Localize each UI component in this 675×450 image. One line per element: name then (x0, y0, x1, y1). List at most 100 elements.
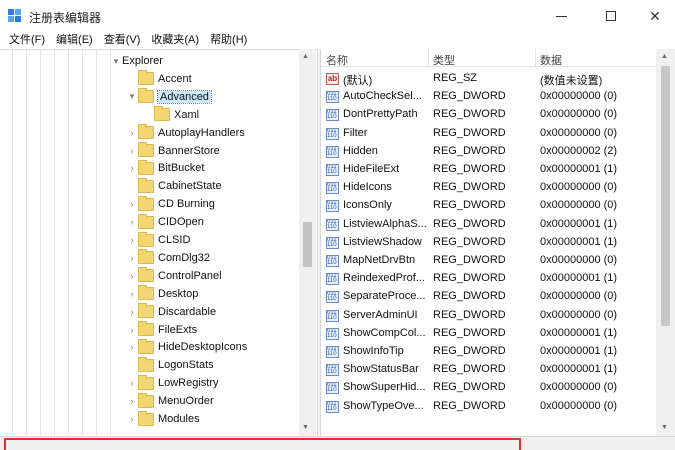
tree-item[interactable]: › ControlPanel (126, 267, 222, 285)
value-name: HideIcons (343, 181, 392, 194)
collapsed-arrow-icon[interactable]: › (126, 271, 138, 281)
list-item[interactable]: 011 110 IconsOnly REG_DWORD 0x00000000 (0) (321, 197, 656, 215)
list-item[interactable]: 011 110 SeparateProce... REG_DWORD 0x000000… (321, 288, 656, 306)
collapsed-arrow-icon[interactable]: › (126, 414, 138, 424)
minimize-button[interactable] (538, 0, 584, 32)
menu-edit[interactable]: 编辑(E) (47, 32, 93, 48)
tree-item[interactable]: LogonStats (126, 356, 214, 374)
value-name: ServerAdminUI (343, 308, 418, 321)
collapsed-arrow-icon[interactable]: › (126, 235, 138, 245)
tree-item[interactable]: › LowRegistry (126, 374, 219, 392)
tree-item-label: LowRegistry (158, 377, 219, 390)
menu-favorites[interactable]: 收藏夹(A) (142, 32, 199, 48)
tree-item[interactable]: › BannerStore (126, 142, 220, 160)
tree-scroll-up-icon[interactable]: ▲ (302, 53, 309, 60)
column-header-data[interactable]: 数据 (540, 52, 562, 68)
tree-item[interactable]: › CLSID (126, 231, 190, 249)
value-data: 0x00000000 (0) (540, 254, 618, 266)
tree-scroll-down-icon[interactable]: ▼ (302, 424, 309, 431)
collapsed-arrow-icon[interactable]: › (126, 307, 138, 317)
tree-item[interactable]: › FileExts (126, 321, 197, 339)
list-item[interactable]: 011 110 ListviewAlphaS... REG_DWORD 0x00000… (321, 216, 656, 234)
column-header-name[interactable]: 名称 (326, 52, 348, 68)
maximize-button[interactable] (588, 0, 634, 32)
list-item[interactable]: 011 110 HideIcons REG_DWORD 0x00000000 (0) (321, 179, 656, 197)
tree-item[interactable]: › Modules (126, 410, 200, 428)
list-item[interactable]: 011 110 Hidden REG_DWORD 0x00000002 (2) (321, 143, 656, 161)
value-type: REG_DWORD (433, 272, 506, 285)
list-item[interactable]: 011 110 HideFileExt REG_DWORD 0x00000001 (1… (321, 161, 656, 179)
tree-item[interactable]: › Discardable (126, 303, 216, 321)
tree-item[interactable]: › CIDOpen (126, 213, 204, 231)
menu-view[interactable]: 查看(V) (95, 32, 141, 48)
tree-item[interactable]: Accent (126, 70, 192, 88)
collapsed-arrow-icon[interactable]: › (126, 217, 138, 227)
collapsed-arrow-icon[interactable]: › (126, 289, 138, 299)
menu-file[interactable]: 文件(F) (0, 32, 45, 48)
tree-item[interactable]: ▾ Advanced (126, 88, 212, 106)
tree-item[interactable]: › ComDlg32 (126, 249, 210, 267)
menu-help[interactable]: 帮助(H) (201, 32, 247, 48)
list-item[interactable]: 011 110 MapNetDrvBtn REG_DWORD 0x00000000 (… (321, 252, 656, 270)
tree-item[interactable]: › BitBucket (126, 159, 204, 177)
tree-item[interactable]: › AutoplayHandlers (126, 124, 245, 142)
tree-item-label: Xaml (174, 108, 200, 121)
minimize-icon (555, 15, 567, 17)
list-item[interactable]: 011 110 AutoCheckSel... REG_DWORD 0x0000000… (321, 88, 656, 106)
tree-item[interactable]: › HideDesktopIcons (126, 338, 247, 356)
value-type: REG_DWORD (433, 308, 506, 321)
collapsed-arrow-icon[interactable]: › (126, 253, 138, 263)
column-header-type[interactable]: 类型 (433, 52, 455, 68)
tree-item[interactable]: Xaml (142, 106, 199, 124)
column-divider[interactable] (535, 49, 536, 67)
collapsed-arrow-icon[interactable]: › (126, 163, 138, 173)
column-divider[interactable] (428, 49, 429, 67)
list-item[interactable]: ab (默认) REG_SZ (数值未设置) (321, 70, 656, 88)
list-item[interactable]: 011 110 ShowTypeOve... REG_DWORD 0x00000000… (321, 398, 656, 416)
tree-item[interactable]: CabinetState (126, 177, 222, 195)
collapsed-arrow-icon[interactable]: › (126, 325, 138, 335)
collapsed-arrow-icon[interactable]: › (126, 396, 138, 406)
list-scroll-thumb[interactable] (661, 66, 670, 326)
value-data: 0x00000000 (0) (540, 126, 618, 139)
maximize-icon (606, 11, 616, 21)
collapsed-arrow-icon[interactable]: › (126, 378, 138, 388)
list-item[interactable]: 011 110 DontPrettyPath REG_DWORD 0x00000000… (321, 106, 656, 124)
list-item[interactable]: 011 110 ListviewShadow REG_DWORD 0x00000001… (321, 234, 656, 252)
tree-item[interactable]: › Desktop (126, 285, 198, 303)
list-scroll-down-icon[interactable]: ▼ (661, 424, 668, 431)
collapsed-arrow-icon[interactable]: › (126, 146, 138, 156)
list-item[interactable]: 011 110 Filter REG_DWORD 0x00000000 (0) (321, 125, 656, 143)
folder-icon (138, 321, 154, 336)
value-data: (数值未设置) (540, 75, 603, 87)
registry-values-list[interactable]: 名称 类型 数据 ab (默认) REG_SZ (数值未设置) 011 110 AutoC… (321, 49, 656, 436)
expanded-arrow-icon[interactable]: ▾ (126, 91, 138, 102)
close-button[interactable]: ✕ (632, 0, 675, 32)
tree-guide-line (40, 50, 41, 436)
folder-icon (138, 338, 154, 354)
list-item[interactable]: 011 110 ServerAdminUI REG_DWORD 0x00000000 … (321, 307, 656, 325)
list-scroll-up-icon[interactable]: ▲ (661, 53, 668, 60)
collapsed-arrow-icon[interactable]: › (126, 199, 138, 209)
list-item[interactable]: 011 110 ShowSuperHid... REG_DWORD 0x0000000… (321, 379, 656, 397)
tree-item[interactable]: › MenuOrder (126, 392, 214, 410)
value-name: ListviewShadow (343, 235, 422, 248)
list-item[interactable]: 011 110 ShowInfoTip REG_DWORD 0x00000001 (1… (321, 343, 656, 361)
folder-icon (138, 285, 154, 301)
tree-item[interactable]: › CD Burning (126, 195, 215, 213)
expanded-arrow-icon[interactable]: ▾ (110, 56, 122, 67)
collapsed-arrow-icon[interactable]: › (126, 128, 138, 138)
value-data: 0x00000001 (1) (540, 326, 618, 339)
folder-icon (138, 70, 154, 86)
tree-item[interactable]: ▾ Explorer (110, 52, 163, 70)
collapsed-arrow-icon[interactable]: › (126, 342, 138, 352)
registry-editor-icon (8, 9, 22, 22)
value-name: ShowInfoTip (343, 345, 404, 357)
list-item[interactable]: 011 110 ReindexedProf... REG_DWORD 0x000000… (321, 270, 656, 288)
registry-key-tree[interactable]: ▾ Explorer Accent ▾ Advanced Xaml › AutoplayHan… (0, 49, 317, 436)
tree-scroll-thumb[interactable] (303, 222, 312, 267)
tree-item-label: ControlPanel (158, 269, 222, 282)
value-type: REG_DWORD (433, 254, 506, 266)
list-item[interactable]: 011 110 ShowStatusBar REG_DWORD 0x00000001 … (321, 361, 656, 379)
list-item[interactable]: 011 110 ShowCompCol... REG_DWORD 0x00000001… (321, 325, 656, 343)
